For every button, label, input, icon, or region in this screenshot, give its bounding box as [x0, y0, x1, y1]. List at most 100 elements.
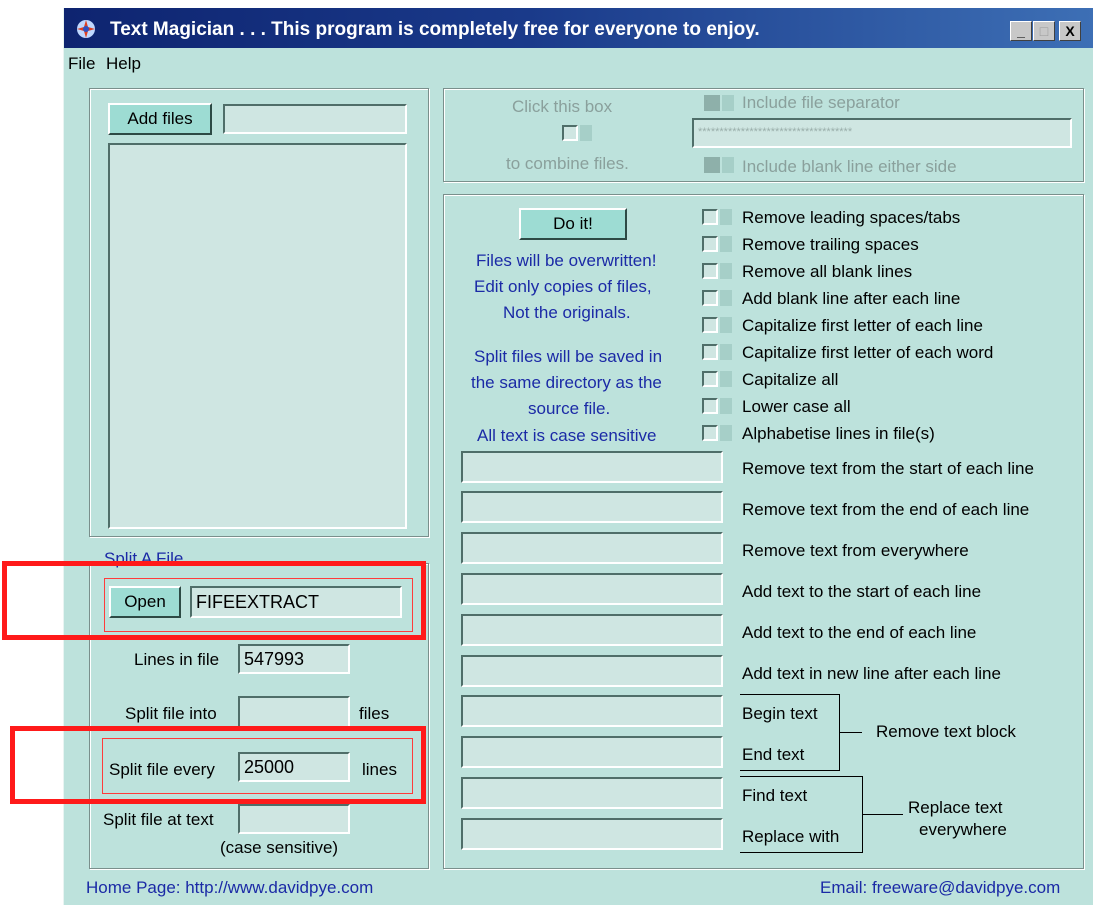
option-checkbox-slot	[720, 425, 732, 441]
option-checkbox-slot	[720, 236, 732, 252]
split-note-line-3: source file.	[528, 399, 611, 418]
text-op-field[interactable]	[461, 614, 723, 646]
file-list-box[interactable]	[108, 143, 407, 529]
option-remove-leading-label: Remove leading spaces/tabs	[742, 208, 961, 227]
option-alphabetise-label: Alphabetise lines in file(s)	[742, 424, 935, 443]
menu-file[interactable]: File	[68, 54, 95, 74]
block-bracket-tick	[840, 732, 862, 733]
warning-line-2: Edit only copies of files,	[474, 277, 652, 296]
option-checkbox[interactable]	[702, 317, 718, 333]
window-title: Text Magician . . . This program is comp…	[110, 19, 760, 40]
option-remove-trailing-label: Remove trailing spaces	[742, 235, 919, 254]
text-op-field[interactable]	[461, 573, 723, 605]
option-checkbox[interactable]	[702, 425, 718, 441]
include-blank-checkbox[interactable]	[704, 157, 720, 173]
remove-text-block-label: Remove text block	[876, 722, 1016, 741]
replace-bracket-tick	[863, 814, 903, 815]
separator-field[interactable]: ************************************	[692, 118, 1072, 148]
option-checkbox-slot	[720, 317, 732, 333]
option-checkbox[interactable]	[702, 236, 718, 252]
option-checkbox[interactable]	[702, 398, 718, 414]
option-checkbox[interactable]	[702, 263, 718, 279]
lines-in-file-field: 547993	[238, 644, 350, 674]
file-list-panel: Add files	[89, 88, 429, 537]
close-button[interactable]: X	[1059, 21, 1081, 41]
combine-panel: Click this box to combine files. Include…	[443, 88, 1084, 182]
end-text-field[interactable]	[461, 736, 723, 768]
block-bracket-bottom	[740, 770, 840, 771]
text-op-remove-start-label: Remove text from the start of each line	[742, 459, 1034, 478]
lines-in-file-label: Lines in file	[134, 650, 220, 669]
include-blank-slot	[722, 157, 734, 173]
combine-checkbox-slot	[580, 125, 592, 141]
text-op-add-start-label: Add text to the start of each line	[742, 582, 982, 601]
option-checkbox-slot	[720, 371, 732, 387]
text-op-remove-everywhere-label: Remove text from everywhere	[742, 541, 969, 560]
begin-text-label: Begin text	[742, 704, 818, 723]
option-checkbox-slot	[720, 209, 732, 225]
combine-instruction-top: Click this box	[512, 97, 613, 116]
split-at-text-field[interactable]	[238, 804, 350, 834]
maximize-button[interactable]: □	[1033, 21, 1055, 41]
combine-instruction-bottom: to combine files.	[506, 154, 629, 173]
replace-bracket-bottom	[740, 852, 863, 853]
end-text-label: End text	[742, 745, 805, 764]
option-add-blank-label: Add blank line after each line	[742, 289, 961, 308]
option-cap-all-label: Capitalize all	[742, 370, 839, 389]
block-bracket-top	[740, 694, 840, 695]
minimize-button[interactable]: _	[1010, 21, 1032, 41]
case-note: All text is case sensitive	[477, 426, 657, 445]
text-op-field[interactable]	[461, 491, 723, 523]
text-op-field[interactable]	[461, 532, 723, 564]
split-at-text-label: Split file at text	[103, 810, 214, 829]
option-checkbox[interactable]	[702, 209, 718, 225]
split-into-label: Split file into	[125, 704, 217, 723]
do-it-button[interactable]: Do it!	[519, 208, 627, 240]
text-op-field[interactable]	[461, 451, 723, 483]
split-every-highlight-box	[10, 726, 426, 804]
include-separator-slot	[722, 95, 734, 111]
begin-text-field[interactable]	[461, 695, 723, 727]
option-checkbox[interactable]	[702, 344, 718, 360]
option-checkbox-slot	[720, 290, 732, 306]
combine-files-checkbox[interactable]	[562, 125, 578, 141]
case-sensitive-note: (case sensitive)	[220, 838, 339, 857]
warning-line-1: Files will be overwritten!	[476, 251, 657, 270]
add-files-button[interactable]: Add files	[108, 103, 212, 135]
text-op-field[interactable]	[461, 655, 723, 687]
actions-panel: Do it! Files will be overwritten! Edit o…	[443, 194, 1084, 869]
option-checkbox-slot	[720, 344, 732, 360]
open-highlight-box	[2, 561, 426, 640]
text-op-add-newline-label: Add text in new line after each line	[742, 664, 1001, 683]
option-remove-blank-label: Remove all blank lines	[742, 262, 913, 281]
file-path-field[interactable]	[223, 104, 407, 134]
replace-with-label: Replace with	[742, 827, 840, 846]
split-note-line-2: the same directory as the	[471, 373, 662, 392]
warning-line-3: Not the originals.	[503, 303, 631, 322]
replace-with-field[interactable]	[461, 818, 723, 850]
home-page-link[interactable]: Home Page: http://www.davidpye.com	[86, 878, 373, 898]
find-text-field[interactable]	[461, 777, 723, 809]
option-checkbox-slot	[720, 398, 732, 414]
replace-everywhere-label-2: everywhere	[919, 820, 1007, 839]
text-op-remove-end-label: Remove text from the end of each line	[742, 500, 1030, 519]
option-lower-all-label: Lower case all	[742, 397, 851, 416]
app-icon	[77, 20, 95, 38]
replace-bracket-top	[740, 776, 863, 777]
option-checkbox[interactable]	[702, 371, 718, 387]
option-cap-first-word-label: Capitalize first letter of each word	[742, 343, 994, 362]
option-checkbox[interactable]	[702, 290, 718, 306]
text-op-add-end-label: Add text to the end of each line	[742, 623, 977, 642]
files-unit-label: files	[359, 704, 390, 723]
split-into-field[interactable]	[238, 696, 350, 728]
title-bar[interactable]: Text Magician . . . This program is comp…	[64, 8, 1093, 48]
menu-help[interactable]: Help	[106, 54, 141, 74]
option-checkbox-slot	[720, 263, 732, 279]
include-separator-label: Include file separator	[742, 93, 900, 112]
include-blank-label: Include blank line either side	[742, 157, 957, 176]
option-cap-first-line-label: Capitalize first letter of each line	[742, 316, 983, 335]
replace-everywhere-label-1: Replace text	[908, 798, 1003, 817]
include-separator-checkbox[interactable]	[704, 95, 720, 111]
find-text-label: Find text	[742, 786, 808, 805]
email-link[interactable]: Email: freeware@davidpye.com	[820, 878, 1060, 898]
